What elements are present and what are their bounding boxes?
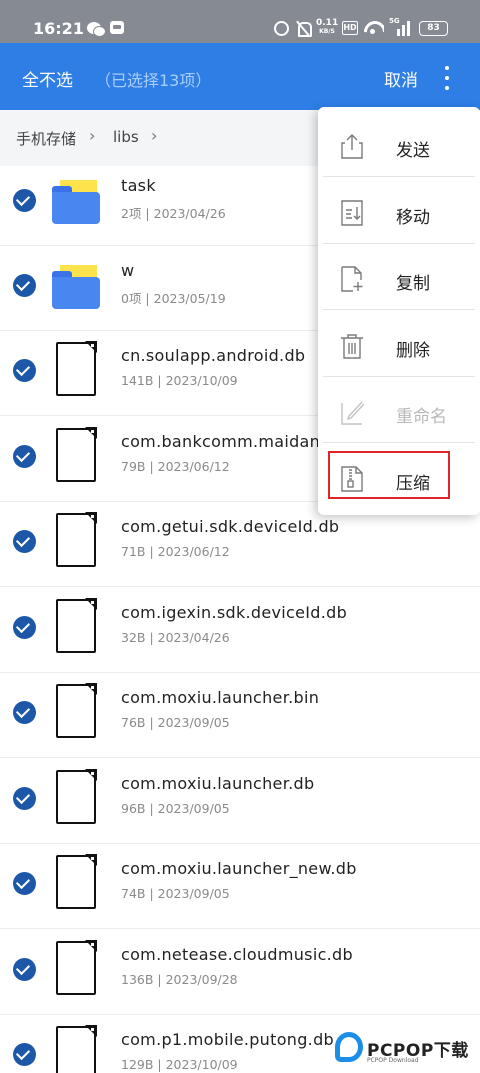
folder-icon — [52, 265, 100, 309]
selected-count: （已选择13项） — [95, 71, 212, 90]
file-name: com.moxiu.launcher.bin — [121, 688, 320, 707]
signal-label: 5G — [389, 17, 400, 25]
file-meta: 76B | 2023/09/05 — [121, 715, 230, 730]
file-meta: 141B | 2023/10/09 — [121, 373, 238, 388]
checked-icon[interactable] — [13, 787, 36, 810]
file-name: task — [121, 176, 156, 195]
breadcrumb-item-libs[interactable]: libs — [113, 128, 139, 146]
checked-icon[interactable] — [13, 274, 36, 297]
watermark-subtext: PCPOP Download — [367, 1057, 419, 1064]
file-name: com.p1.mobile.putong.db — [121, 1030, 334, 1049]
file-name: w — [121, 261, 135, 280]
rename-icon — [341, 401, 364, 425]
checked-icon[interactable] — [13, 189, 36, 212]
status-time: 16:21 — [33, 19, 84, 38]
breadcrumb-item-phone-storage[interactable]: 手机存储 — [16, 128, 76, 149]
menu-item-delete[interactable]: 删除 — [318, 311, 480, 377]
battery-icon: 83 — [419, 21, 448, 36]
alarm-icon — [274, 21, 289, 36]
file-meta: 71B | 2023/06/12 — [121, 544, 230, 559]
menu-item-label: 发送 — [396, 141, 430, 161]
menu-item-rename: 重命名 — [318, 377, 480, 443]
mute-icon — [296, 20, 312, 37]
file-row[interactable]: com.netease.cloudmusic.db 136B | 2023/09… — [0, 929, 480, 1015]
selection-app-bar: 全不选 （已选择13项） 取消 — [0, 43, 480, 110]
file-name: com.moxiu.launcher.db — [121, 774, 315, 793]
file-name: com.moxiu.launcher_new.db — [121, 859, 357, 878]
file-row[interactable]: com.moxiu.launcher.db 96B | 2023/09/05 — [0, 758, 480, 844]
wechat-notification-icon — [87, 22, 106, 37]
file-name: com.igexin.sdk.deviceId.db — [121, 603, 348, 622]
network-speed: 0.11 KB/S — [316, 18, 339, 36]
file-row[interactable]: com.moxiu.launcher_new.db 74B | 2023/09/… — [0, 843, 480, 929]
signal-icon: 5G — [389, 18, 413, 36]
file-meta: 2项 | 2023/04/26 — [121, 206, 226, 221]
watermark: PCPOP下载 PCPOP Download — [335, 1030, 480, 1073]
file-meta: 32B | 2023/04/26 — [121, 630, 230, 645]
checked-icon[interactable] — [13, 359, 36, 382]
network-speed-value: 0.11 — [316, 18, 339, 28]
chevron-right-icon: › — [89, 126, 96, 145]
more-options-menu: 发送 移动 复制 删除 重命名 压缩 — [318, 107, 480, 515]
menu-item-move[interactable]: 移动 — [318, 178, 480, 244]
menu-item-label: 重命名 — [396, 407, 447, 427]
chevron-right-icon: › — [151, 126, 158, 145]
file-meta: 96B | 2023/09/05 — [121, 801, 230, 816]
checked-icon[interactable] — [13, 872, 36, 895]
folder-icon — [52, 180, 100, 224]
file-icon — [56, 341, 97, 396]
file-icon — [56, 512, 97, 567]
file-name: com.netease.cloudmusic.db — [121, 945, 353, 964]
more-options-icon[interactable] — [440, 65, 454, 91]
file-meta: 129B | 2023/10/09 — [121, 1057, 238, 1072]
file-row[interactable]: com.moxiu.launcher.bin 76B | 2023/09/05 — [0, 672, 480, 758]
message-notification-icon — [110, 21, 124, 34]
checked-icon[interactable] — [13, 1043, 36, 1066]
checked-icon[interactable] — [13, 616, 36, 639]
file-icon — [56, 1025, 97, 1073]
file-meta: 79B | 2023/06/12 — [121, 459, 230, 474]
file-meta: 74B | 2023/09/05 — [121, 886, 230, 901]
file-icon — [56, 940, 97, 995]
copy-icon — [341, 266, 363, 292]
share-icon — [341, 134, 363, 159]
file-meta: 0项 | 2023/05/19 — [121, 291, 226, 306]
checked-icon[interactable] — [13, 958, 36, 981]
file-meta: 136B | 2023/09/28 — [121, 972, 238, 987]
file-icon — [56, 598, 97, 653]
file-name: com.getui.sdk.deviceId.db — [121, 517, 340, 536]
menu-item-label: 移动 — [396, 208, 430, 228]
file-icon — [56, 683, 97, 738]
file-name: cn.soulapp.android.db — [121, 346, 306, 365]
menu-item-send[interactable]: 发送 — [318, 111, 480, 177]
hd-voice-badge: HD — [342, 21, 358, 35]
checked-icon[interactable] — [13, 701, 36, 724]
menu-item-label: 删除 — [396, 341, 430, 361]
menu-item-label: 复制 — [396, 274, 430, 294]
checked-icon[interactable] — [13, 530, 36, 553]
menu-item-copy[interactable]: 复制 — [318, 244, 480, 310]
cancel-button[interactable]: 取消 — [384, 66, 418, 91]
network-speed-unit: KB/S — [319, 28, 335, 35]
file-icon — [56, 854, 97, 909]
status-bar: 16:21 0.11 KB/S HD 5G 83 — [0, 0, 480, 43]
select-none-button[interactable]: 全不选 — [22, 66, 73, 91]
highlight-box — [328, 451, 450, 499]
pcpop-logo-icon — [335, 1032, 363, 1062]
file-icon — [56, 427, 97, 482]
trash-icon — [341, 334, 363, 359]
file-icon — [56, 769, 97, 824]
wifi-icon — [364, 19, 384, 35]
move-icon — [341, 200, 363, 226]
checked-icon[interactable] — [13, 445, 36, 468]
file-row[interactable]: com.igexin.sdk.deviceId.db 32B | 2023/04… — [0, 587, 480, 673]
